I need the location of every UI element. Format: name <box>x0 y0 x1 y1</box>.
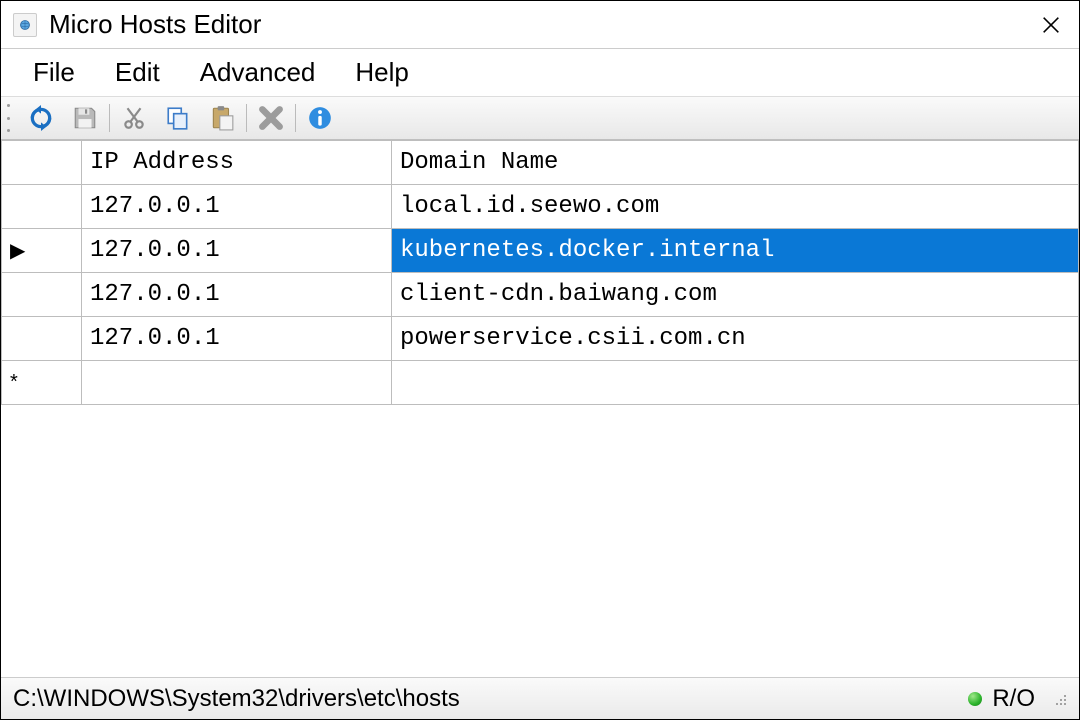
grid-area: IP Address Domain Name 127.0.0.1 local.i… <box>1 140 1079 677</box>
status-indicator-icon <box>968 692 982 706</box>
save-icon <box>72 105 98 131</box>
cell-ip[interactable]: 127.0.0.1 <box>82 185 392 229</box>
close-button[interactable] <box>1039 13 1063 37</box>
header-ip[interactable]: IP Address <box>82 141 392 185</box>
hosts-table[interactable]: IP Address Domain Name 127.0.0.1 local.i… <box>1 140 1079 405</box>
row-indicator-new: * <box>2 361 82 405</box>
status-bar: C:\WINDOWS\System32\drivers\etc\hosts R/… <box>1 677 1079 719</box>
toolbar-grip <box>7 104 15 132</box>
copy-button[interactable] <box>156 100 200 136</box>
header-domain[interactable]: Domain Name <box>392 141 1079 185</box>
row-indicator <box>2 185 82 229</box>
menu-bar: File Edit Advanced Help <box>1 49 1079 96</box>
refresh-button[interactable] <box>19 100 63 136</box>
table-row[interactable]: 127.0.0.1 powerservice.csii.com.cn <box>2 317 1079 361</box>
refresh-icon <box>28 105 54 131</box>
cut-icon <box>121 105 147 131</box>
cell-ip[interactable]: 127.0.0.1 <box>82 273 392 317</box>
app-title: Micro Hosts Editor <box>49 9 261 40</box>
toolbar-separator <box>109 104 110 132</box>
menu-file[interactable]: File <box>33 57 75 88</box>
cell-ip[interactable]: 127.0.0.1 <box>82 317 392 361</box>
table-header-row: IP Address Domain Name <box>2 141 1079 185</box>
cell-domain-selected[interactable]: kubernetes.docker.internal <box>392 229 1079 273</box>
cell-ip-empty[interactable] <box>82 361 392 405</box>
paste-icon <box>209 105 235 131</box>
cell-domain[interactable]: powerservice.csii.com.cn <box>392 317 1079 361</box>
paste-button[interactable] <box>200 100 244 136</box>
cell-domain-empty[interactable] <box>392 361 1079 405</box>
info-button[interactable] <box>298 100 342 136</box>
app-icon <box>13 13 37 37</box>
cell-ip[interactable]: 127.0.0.1 <box>82 229 392 273</box>
cell-domain[interactable]: local.id.seewo.com <box>392 185 1079 229</box>
info-icon <box>307 105 333 131</box>
table-row[interactable]: 127.0.0.1 local.id.seewo.com <box>2 185 1079 229</box>
title-left: Micro Hosts Editor <box>13 9 261 40</box>
table-row-new[interactable]: * <box>2 361 1079 405</box>
toolbar-separator <box>246 104 247 132</box>
toolbar <box>1 96 1079 140</box>
table-row[interactable]: 127.0.0.1 client-cdn.baiwang.com <box>2 273 1079 317</box>
resize-grip-icon[interactable] <box>1053 692 1067 706</box>
cell-domain[interactable]: client-cdn.baiwang.com <box>392 273 1079 317</box>
status-right: R/O <box>968 685 1067 713</box>
row-indicator-current: ▶ <box>2 229 82 273</box>
status-mode: R/O <box>992 685 1035 713</box>
status-path: C:\WINDOWS\System32\drivers\etc\hosts <box>13 685 460 713</box>
copy-icon <box>165 105 191 131</box>
menu-help[interactable]: Help <box>355 57 408 88</box>
save-button[interactable] <box>63 100 107 136</box>
toolbar-separator <box>295 104 296 132</box>
title-bar: Micro Hosts Editor <box>1 1 1079 49</box>
header-indicator[interactable] <box>2 141 82 185</box>
menu-advanced[interactable]: Advanced <box>200 57 316 88</box>
delete-icon <box>258 105 284 131</box>
menu-edit[interactable]: Edit <box>115 57 160 88</box>
delete-button[interactable] <box>249 100 293 136</box>
close-icon <box>1040 14 1062 36</box>
cut-button[interactable] <box>112 100 156 136</box>
row-indicator <box>2 273 82 317</box>
row-indicator <box>2 317 82 361</box>
table-row[interactable]: ▶ 127.0.0.1 kubernetes.docker.internal <box>2 229 1079 273</box>
